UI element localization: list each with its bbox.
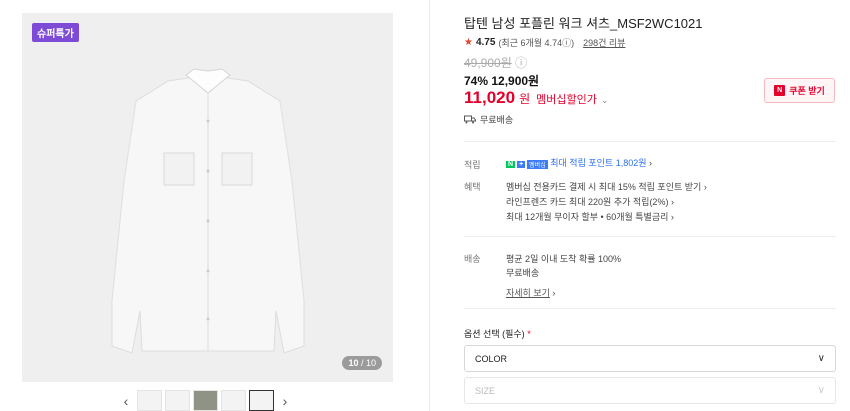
column-divider xyxy=(429,0,430,411)
original-price: 49,900원 ⓘ xyxy=(464,56,528,70)
thumbnail-1[interactable] xyxy=(137,390,162,411)
rating-detail: (최근 6개월 4.74ⓘ) xyxy=(498,38,575,48)
thumbnail-3[interactable] xyxy=(193,390,218,411)
thumbnail-2[interactable] xyxy=(165,390,190,411)
chevron-down-icon: ∨ xyxy=(817,353,825,364)
price-info-icon[interactable]: ⓘ xyxy=(515,56,527,70)
product-shirt-image xyxy=(111,68,305,354)
sale-price: 74% 12,900원 xyxy=(464,74,540,88)
benefit-line-2[interactable]: 라인프렌즈 카드 최대 220원 추가 적립(2%) › xyxy=(506,195,674,208)
thumbnail-next-arrow-icon[interactable]: › xyxy=(277,390,293,411)
naver-plus-membership-icon: N + 멤버십 xyxy=(506,160,548,169)
member-price: 11,020 xyxy=(464,88,516,107)
chevron-down-icon: ∨ xyxy=(817,385,825,396)
delivery-line-2: 무료배송 xyxy=(506,268,540,278)
coupon-button[interactable]: N 쿠폰 받기 xyxy=(764,78,835,103)
super-deal-badge: 슈퍼특가 xyxy=(32,23,79,42)
star-icon: ★ xyxy=(464,37,473,48)
points-label: 적립 xyxy=(464,160,481,170)
thumbnail-5-active[interactable] xyxy=(249,390,274,411)
thumbnail-strip: ‹ › xyxy=(118,390,293,411)
rating-row: ★ 4.75 (최근 6개월 4.74ⓘ) 298건 리뷰 xyxy=(464,36,625,49)
thumbnail-prev-arrow-icon[interactable]: ‹ xyxy=(118,390,134,411)
size-select[interactable]: SIZE ∨ xyxy=(464,377,836,404)
product-image-gallery[interactable]: 슈퍼특가 10 / 10 xyxy=(22,13,393,382)
option-select-label: 옵션 선택 (필수) * xyxy=(464,329,531,339)
divider xyxy=(464,236,836,237)
benefits-label: 혜택 xyxy=(464,182,481,192)
divider xyxy=(464,141,836,142)
reviews-link[interactable]: 298건 리뷰 xyxy=(583,36,625,49)
divider xyxy=(464,308,836,309)
shipping-free-row: 무료배송 xyxy=(464,113,513,126)
truck-icon xyxy=(464,115,476,124)
benefit-line-1[interactable]: 멤버십 전용카드 결제 시 최대 15% 적립 포인트 받기 › xyxy=(506,180,707,193)
points-row[interactable]: N + 멤버십 최대 적립 포인트 1,802원 › xyxy=(506,156,652,169)
chevron-down-icon: ⌄ xyxy=(600,95,609,105)
thumbnail-4[interactable] xyxy=(221,390,246,411)
color-select[interactable]: COLOR ∨ xyxy=(464,345,836,372)
member-price-label: 멤버십할인가 xyxy=(536,94,597,106)
naver-n-icon: N xyxy=(774,85,786,96)
member-price-row[interactable]: 11,020 원 멤버십할인가 ⌄ xyxy=(464,88,608,108)
delivery-line-1: 평균 2일 이내 도착 확률 100% xyxy=(506,254,622,264)
benefit-line-3[interactable]: 최대 12개월 무이자 할부 • 60개월 특별금리 › xyxy=(506,210,674,223)
delivery-detail-link[interactable]: 자세히 보기 › xyxy=(506,286,555,299)
rating-score: 4.75 xyxy=(475,37,496,48)
product-title: 탑텐 남성 포플린 워크 셔츠_MSF2WC1021 xyxy=(464,16,703,31)
info-icon[interactable]: ⓘ xyxy=(562,38,571,48)
delivery-label: 배송 xyxy=(464,254,481,264)
image-counter: 10 / 10 xyxy=(342,356,382,370)
